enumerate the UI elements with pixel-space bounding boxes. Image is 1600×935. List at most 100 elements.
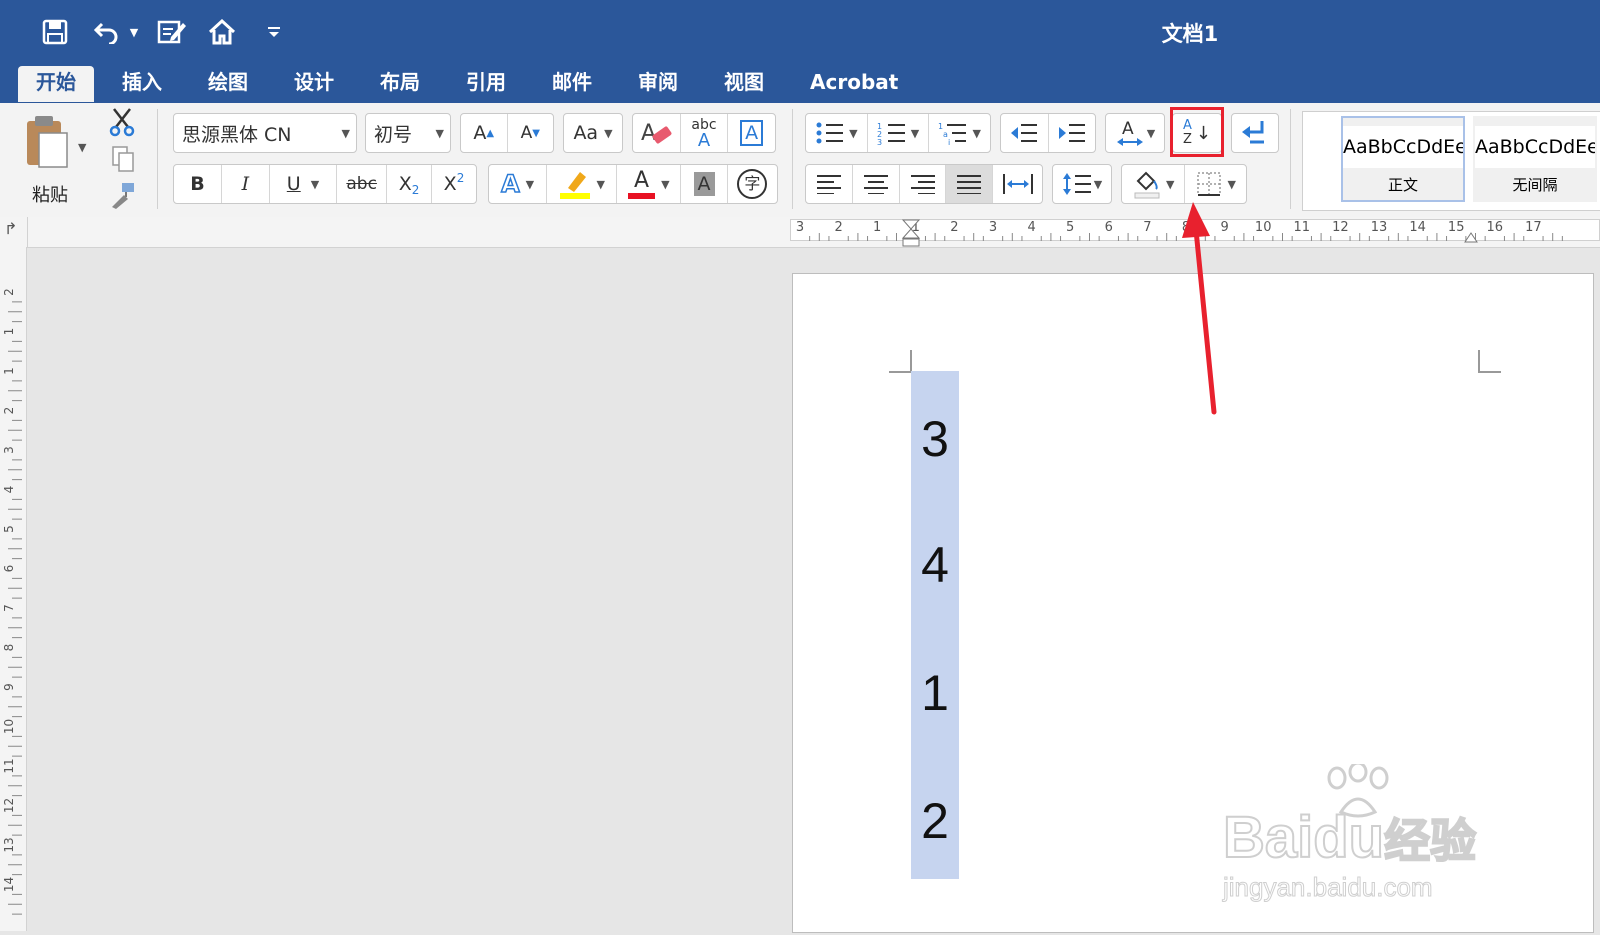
tab-review[interactable]: 审阅 — [620, 66, 696, 102]
ruler-label: 4 — [1027, 220, 1035, 235]
margin-corner-top-left — [889, 350, 912, 373]
paste-button[interactable]: ▼ 粘贴 — [20, 111, 92, 207]
copy-icon[interactable] — [110, 145, 136, 177]
edit-document-icon[interactable] — [155, 14, 189, 50]
tab-layout[interactable]: 布局 — [362, 66, 438, 102]
distributed-button[interactable] — [993, 165, 1042, 203]
styles-gallery: AaBbCcDdEe 正文 AaBbCcDdEe 无间隔 — [1302, 111, 1600, 211]
show-formatting-marks-button[interactable] — [1231, 113, 1279, 153]
font-name-dropdown-icon[interactable]: ▼ — [342, 127, 350, 140]
watermark-brand: Baidu经验 — [1222, 804, 1477, 871]
increase-indent-button[interactable] — [1049, 114, 1096, 152]
underline-icon: U — [286, 173, 301, 195]
text-direction-button[interactable]: A ▼ — [1105, 113, 1165, 153]
paste-dropdown-icon[interactable]: ▼ — [78, 141, 86, 154]
align-left-button[interactable] — [806, 165, 853, 203]
font-color-button[interactable]: A ▼ — [617, 165, 682, 203]
ruler-label: 14 — [2, 877, 16, 892]
tab-insert[interactable]: 插入 — [104, 66, 180, 102]
justify-icon — [957, 175, 982, 194]
margin-corner-top-right — [1478, 350, 1501, 373]
decrease-indent-button[interactable] — [1001, 114, 1049, 152]
right-indent-marker-icon[interactable] — [1463, 231, 1479, 243]
ruler-label: 1 — [2, 328, 16, 336]
ruler-label: 17 — [1525, 220, 1542, 235]
list-group: ▼ 123 ▼ 1ai ▼ — [805, 113, 991, 153]
multilevel-list-icon: 1ai — [938, 122, 967, 145]
style-name: 正文 — [1387, 176, 1418, 194]
ruler-label: 10 — [1255, 220, 1272, 235]
alignment-group — [805, 164, 1043, 204]
character-border-button[interactable]: A — [728, 114, 775, 152]
document-line[interactable]: 4 — [911, 536, 959, 594]
annotation-arrow-icon — [1182, 202, 1217, 415]
paint-bucket-icon — [1134, 171, 1160, 199]
highlight-button[interactable]: ▼ — [547, 165, 618, 203]
save-icon[interactable] — [40, 14, 70, 50]
clear-formatting-button[interactable]: A — [633, 114, 681, 152]
underline-button[interactable]: U ▼ — [270, 165, 338, 203]
ruler-label: 6 — [2, 565, 16, 573]
ruler-label: 9 — [2, 683, 16, 691]
style-normal[interactable]: AaBbCcDdEe 正文 — [1341, 116, 1465, 202]
justify-button[interactable] — [946, 165, 994, 203]
align-right-button[interactable] — [900, 165, 947, 203]
bullets-button[interactable]: ▼ — [806, 114, 868, 152]
style-no-spacing[interactable]: AaBbCcDdEe 无间隔 — [1473, 116, 1597, 202]
tab-home[interactable]: 开始 — [18, 66, 94, 102]
cut-icon[interactable] — [108, 107, 136, 141]
text-effects-button[interactable]: A ▼ — [489, 165, 548, 203]
subscript-button[interactable]: X2 — [387, 165, 433, 203]
style-name: 无间隔 — [1512, 176, 1558, 194]
font-size-select[interactable]: 初号 ▼ — [365, 113, 451, 153]
numbering-button[interactable]: 123 ▼ — [868, 114, 930, 152]
undo-icon[interactable]: ▼ — [90, 14, 142, 50]
indent-group — [1000, 113, 1096, 153]
decrease-indent-icon — [1011, 124, 1038, 142]
superscript-icon: X — [443, 173, 457, 195]
tab-draw[interactable]: 绘图 — [190, 66, 266, 102]
enclose-characters-button[interactable]: 字 — [728, 165, 777, 203]
character-shading-button[interactable]: A — [681, 165, 728, 203]
increase-indent-icon — [1058, 124, 1085, 142]
vertical-ruler[interactable]: 2 1 1 2 3 4 5 6 7 8 9 10 11 12 13 14 — [0, 247, 27, 931]
tab-design[interactable]: 设计 — [276, 66, 352, 102]
ruler-label: 3 — [796, 220, 804, 235]
clear-formatting-icon: A — [641, 121, 672, 146]
strikethrough-button[interactable]: abc — [337, 165, 388, 203]
text-direction-icon: A — [1116, 119, 1143, 146]
italic-button[interactable]: I — [222, 165, 270, 203]
bold-button[interactable]: B — [174, 165, 222, 203]
customize-icon[interactable] — [262, 14, 286, 50]
ruler-label: 2 — [834, 220, 842, 235]
grow-font-button[interactable]: A ▲ — [461, 114, 508, 152]
tab-view[interactable]: 视图 — [706, 66, 782, 102]
superscript-button[interactable]: X2 — [432, 165, 476, 203]
subscript-mark: 2 — [411, 183, 420, 197]
shrink-font-button[interactable]: A ▼ — [508, 114, 554, 152]
font-name-value: 思源黑体 CN — [182, 123, 292, 146]
font-name-select[interactable]: 思源黑体 CN ▼ — [173, 113, 357, 153]
document-line[interactable]: 1 — [911, 664, 959, 722]
font-tools-group: A abc A A — [632, 113, 776, 153]
home-icon[interactable] — [205, 14, 239, 50]
change-case-button[interactable]: Aa ▼ — [563, 113, 623, 153]
multilevel-list-button[interactable]: 1ai ▼ — [929, 114, 990, 152]
phonetic-guide-button[interactable]: abc A — [681, 114, 729, 152]
ruler-label: 13 — [1371, 220, 1388, 235]
tab-mailings[interactable]: 邮件 — [534, 66, 610, 102]
align-center-button[interactable] — [853, 165, 900, 203]
font-color-group: A ▼ ▼ A ▼ A 字 — [488, 164, 778, 204]
document-line[interactable]: 2 — [911, 792, 959, 850]
group-separator — [157, 109, 158, 209]
tab-acrobat[interactable]: Acrobat — [792, 66, 916, 102]
indent-marker-icon[interactable] — [901, 219, 921, 249]
font-size-dropdown-icon[interactable]: ▼ — [436, 127, 444, 140]
document-line[interactable]: 3 — [911, 410, 959, 468]
paste-label: 粘贴 — [32, 185, 68, 206]
format-painter-icon[interactable] — [108, 181, 138, 215]
tab-references[interactable]: 引用 — [448, 66, 524, 102]
horizontal-ruler[interactable]: ↱ 3211234567891011121314151617 — [0, 217, 1600, 248]
line-spacing-button[interactable]: ▼ — [1052, 164, 1112, 204]
ruler-label: 16 — [1487, 220, 1504, 235]
